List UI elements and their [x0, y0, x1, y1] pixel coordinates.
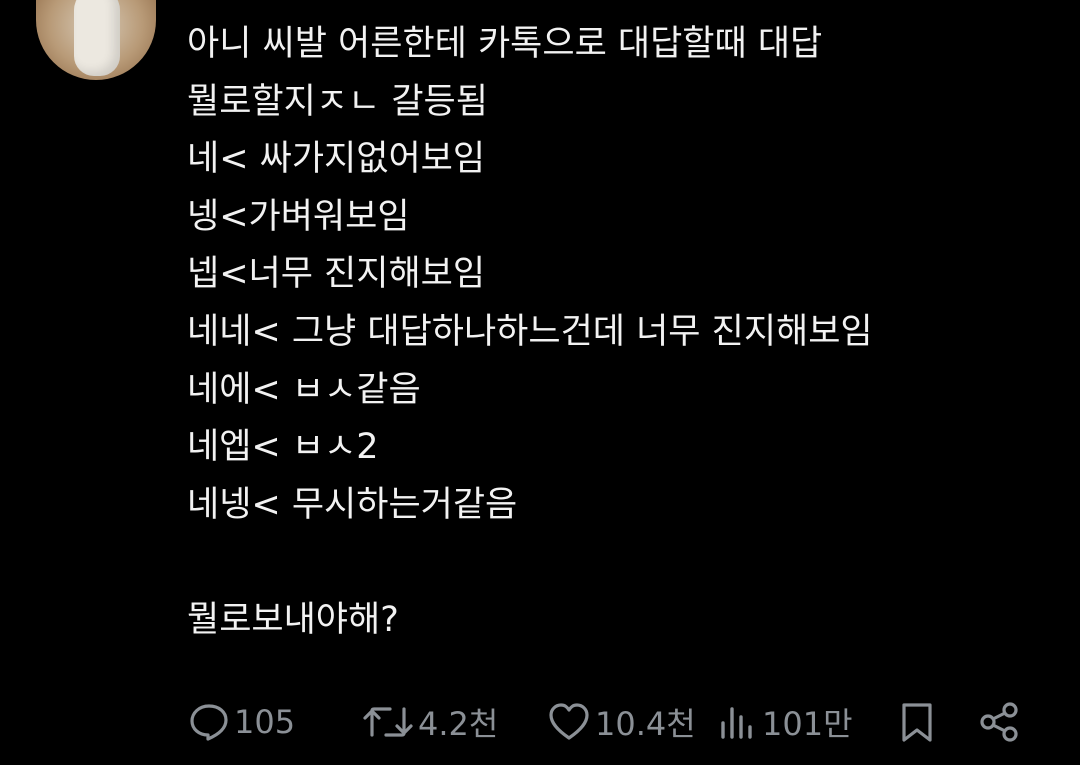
post-body: 아니 씨발 어른한테 카톡으로 대답할때 대답 뭘로할지ㅈㄴ 갈등됨 네< 싸가…: [187, 16, 1067, 650]
bookmark-icon: [898, 701, 936, 743]
repost-count: 4.2천: [418, 705, 499, 743]
share-button[interactable]: [978, 692, 1022, 752]
avatar[interactable]: [36, 0, 156, 80]
post-line: 네엡< ㅂㅅ2: [187, 427, 379, 468]
views-count: 101만: [762, 705, 853, 743]
reply-button[interactable]: 105: [188, 692, 295, 752]
post-line: 아니 씨발 어른한테 카톡으로 대답할때 대답: [187, 24, 823, 64]
post-line: 뭘로할지ㅈㄴ 갈등됨: [187, 81, 488, 122]
post-line: 네네< 그냥 대답하나하느건데 너무 진지해보임: [187, 311, 873, 352]
share-icon: [978, 701, 1022, 743]
post-line: 네에< ㅂㅅ같음: [187, 369, 421, 410]
action-bar: 105 4.2천 10.4천 101만: [0, 692, 1080, 752]
repost-button[interactable]: 4.2천: [362, 692, 498, 752]
bookmark-button[interactable]: [898, 692, 936, 752]
post-spacer: [187, 534, 1067, 592]
repost-arrows-icon: [362, 701, 414, 743]
bar-chart-icon: [718, 701, 758, 743]
post-line: 뭘로보내야해?: [187, 599, 399, 640]
like-count: 10.4천: [595, 705, 696, 743]
post-line: 네넹< 무시하는거같음: [187, 484, 518, 525]
heart-icon: [547, 701, 591, 743]
reply-count: 105: [234, 703, 296, 741]
post-line: 네< 싸가지없어보임: [187, 139, 486, 180]
views-button[interactable]: 101만: [718, 692, 853, 752]
post-line: 넵<너무 진지해보임: [187, 254, 486, 295]
like-button[interactable]: 10.4천: [547, 692, 696, 752]
post-line: 넹<가벼워보임: [187, 196, 410, 237]
avatar-figure: [74, 0, 120, 76]
speech-bubble-icon: [188, 701, 230, 743]
